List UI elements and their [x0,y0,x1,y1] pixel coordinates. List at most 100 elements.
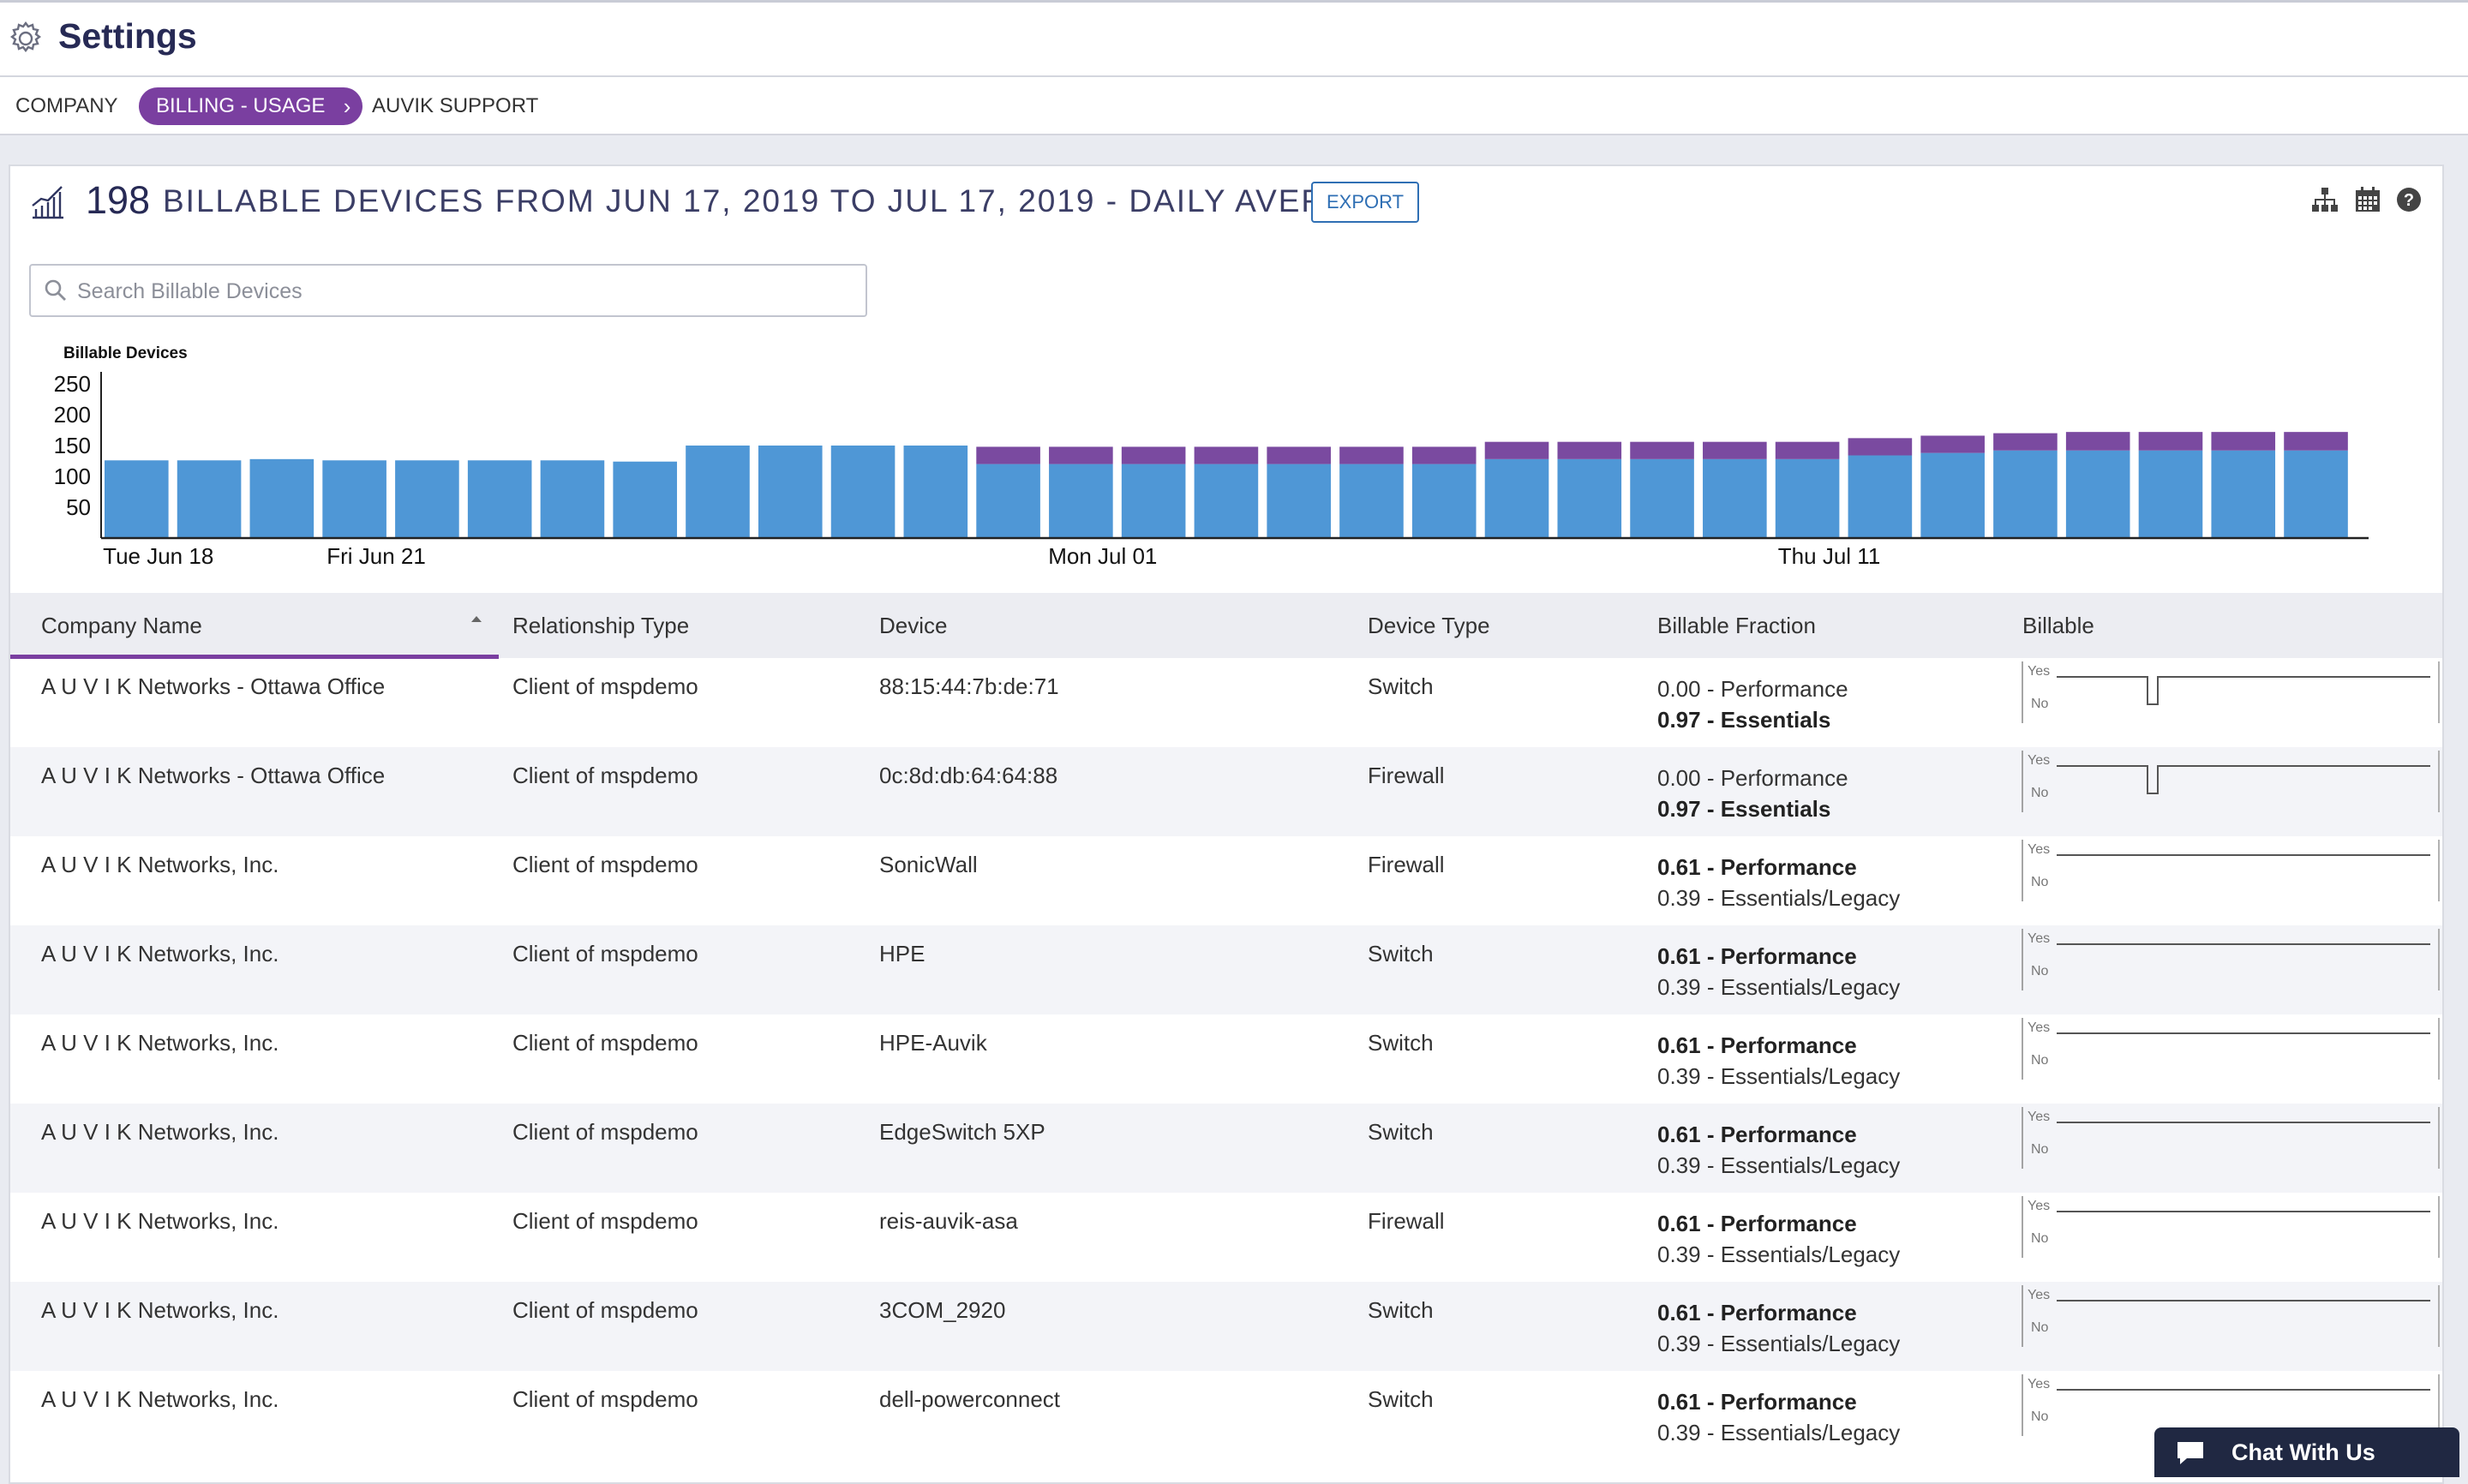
bar-performance [1484,441,1549,459]
table-row[interactable]: A U V I K Networks, Inc. Client of mspdem… [10,925,2442,1014]
bar-performance [2065,432,2130,451]
chat-label: Chat With Us [2231,1439,2375,1465]
billable-status-line [2057,676,2430,705]
table-row[interactable]: A U V I K Networks, Inc. Client of mspdem… [10,1104,2442,1193]
company-name-cell: A U V I K Networks, Inc. [41,1208,279,1234]
y-tick-label: 100 [54,464,91,489]
bar-performance [1121,446,1186,464]
export-button[interactable]: EXPORT [1311,182,1420,223]
table-row[interactable]: A U V I K Networks, Inc. Client of mspdem… [10,1371,2442,1460]
device-cell: HPE [879,941,926,966]
sparkline-no-label: No [2031,1053,2049,1068]
bar-performance [2211,432,2276,451]
performance-fraction: 0.00 - Performance [1657,765,1848,791]
table-row[interactable]: A U V I K Networks, Inc. Client of mspdem… [10,1282,2442,1371]
sparkline-no-label: No [2031,1142,2049,1157]
relationship-type-cell: Client of mspdemo [512,1119,698,1145]
relationship-type-cell: Client of mspdemo [512,1297,698,1323]
network-tree-icon[interactable] [2310,185,2339,214]
sparkline-no-label: No [2031,875,2049,889]
table-row[interactable]: A U V I K Networks - Ottawa Office Client… [10,658,2442,747]
svg-text:?: ? [2404,191,2414,210]
calendar-icon[interactable] [2353,185,2382,214]
essentials-fraction: 0.39 - Essentials/Legacy [1657,1152,1901,1178]
x-tick-label: Mon Jul 01 [1048,543,1157,569]
bar-essentials [105,460,169,538]
device-type-cell: Firewall [1368,1208,1445,1234]
chat-with-us-button[interactable]: Chat With Us [2154,1427,2459,1477]
billable-sparkline: Yes No [2022,661,2440,723]
billable-sparkline: Yes No [2022,1018,2440,1080]
bar-essentials [1049,464,1113,538]
billable-sparkline: Yes No [2022,929,2440,990]
essentials-fraction: 0.39 - Essentials/Legacy [1657,885,1901,911]
sparkline-yes-label: Yes [2028,1199,2050,1213]
bar-performance [1993,433,2058,451]
company-name-cell: A U V I K Networks, Inc. [41,1119,279,1145]
column-header-device-type[interactable]: Device Type [1368,593,1490,658]
tab-company[interactable]: COMPANY [15,87,118,125]
performance-fraction: 0.61 - Performance [1657,1032,1857,1058]
y-tick-label: 200 [54,402,91,428]
device-type-cell: Switch [1368,1119,1434,1145]
device-cell: reis-auvik-asa [879,1208,1018,1234]
billing-usage-panel: 198 BILLABLE DEVICES FROM JUN 17, 2019 T… [9,165,2444,1484]
essentials-fraction: 0.39 - Essentials/Legacy [1657,1242,1901,1267]
bar-performance [1775,441,1840,459]
bar-essentials [2211,450,2276,538]
billable-fraction-cell: 0.61 - Performance 0.39 - Essentials/Lega… [1657,1030,1900,1092]
bar-essentials [1339,464,1404,538]
table-row[interactable]: A U V I K Networks, Inc. Client of mspdem… [10,836,2442,925]
y-tick-label: 250 [54,371,91,397]
table-row[interactable]: A U V I K Networks, Inc. Client of mspdem… [10,1193,2442,1282]
device-cell: 88:15:44:7b:de:71 [879,673,1059,699]
billable-fraction-cell: 0.61 - Performance 0.39 - Essentials/Lega… [1657,1119,1900,1181]
bar-performance [1848,438,1913,456]
help-icon[interactable]: ? [2394,185,2423,214]
relationship-type-cell: Client of mspdemo [512,673,698,699]
search-input[interactable] [75,271,850,312]
bar-essentials [758,446,823,538]
bar-performance [2284,432,2348,451]
device-cell: 3COM_2920 [879,1297,1006,1323]
billable-heading: BILLABLE DEVICES FROM JUN 17, 2019 TO JU… [163,183,1399,218]
bar-performance [1630,441,1694,459]
device-type-cell: Switch [1368,1297,1434,1323]
essentials-fraction: 0.97 - Essentials [1657,796,1831,822]
table-row[interactable]: A U V I K Networks - Ottawa Office Client… [10,747,2442,836]
bar-essentials [1121,464,1186,538]
company-name-cell: A U V I K Networks, Inc. [41,941,279,966]
x-tick-label: Fri Jun 21 [326,543,426,569]
essentials-fraction: 0.39 - Essentials/Legacy [1657,1420,1901,1445]
device-cell: 0c:8d:db:64:64:88 [879,763,1058,788]
sparkline-yes-label: Yes [2028,1110,2050,1124]
column-header-relationship-type[interactable]: Relationship Type [512,593,689,658]
column-header-billable[interactable]: Billable [2022,593,2094,658]
column-header-billable-fraction[interactable]: Billable Fraction [1657,593,1816,658]
sparkline-no-label: No [2031,697,2049,711]
device-cell: EdgeSwitch 5XP [879,1119,1045,1145]
column-header-device[interactable]: Device [879,593,947,658]
billable-fraction-cell: 0.00 - Performance 0.97 - Essentials [1657,763,1848,824]
search-icon [45,279,66,301]
table-row[interactable]: A U V I K Networks, Inc. Client of mspdem… [10,1014,2442,1104]
sparkline-no-label: No [2031,1231,2049,1246]
sparkline-yes-label: Yes [2028,1288,2050,1302]
billable-fraction-cell: 0.61 - Performance 0.39 - Essentials/Lega… [1657,941,1900,1002]
essentials-fraction: 0.39 - Essentials/Legacy [1657,1331,1901,1356]
essentials-fraction: 0.39 - Essentials/Legacy [1657,974,1901,1000]
company-name-cell: A U V I K Networks, Inc. [41,1297,279,1323]
performance-fraction: 0.00 - Performance [1657,676,1848,702]
billable-sparkline: Yes No [2022,1107,2440,1169]
sort-ascending-icon[interactable] [470,612,483,625]
device-type-cell: Firewall [1368,763,1445,788]
tab-auvik-support[interactable]: AUVIK SUPPORT [372,87,538,125]
billable-count: 198 [86,178,151,222]
column-header-company-name[interactable]: Company Name [41,593,202,658]
sparkline-yes-label: Yes [2028,1020,2050,1035]
bar-essentials [1630,458,1694,538]
tab-billing-usage[interactable]: BILLING - USAGE › [139,87,363,125]
y-tick-label: 150 [54,433,91,458]
sparkline-yes-label: Yes [2028,753,2050,768]
bar-essentials [2065,450,2130,538]
